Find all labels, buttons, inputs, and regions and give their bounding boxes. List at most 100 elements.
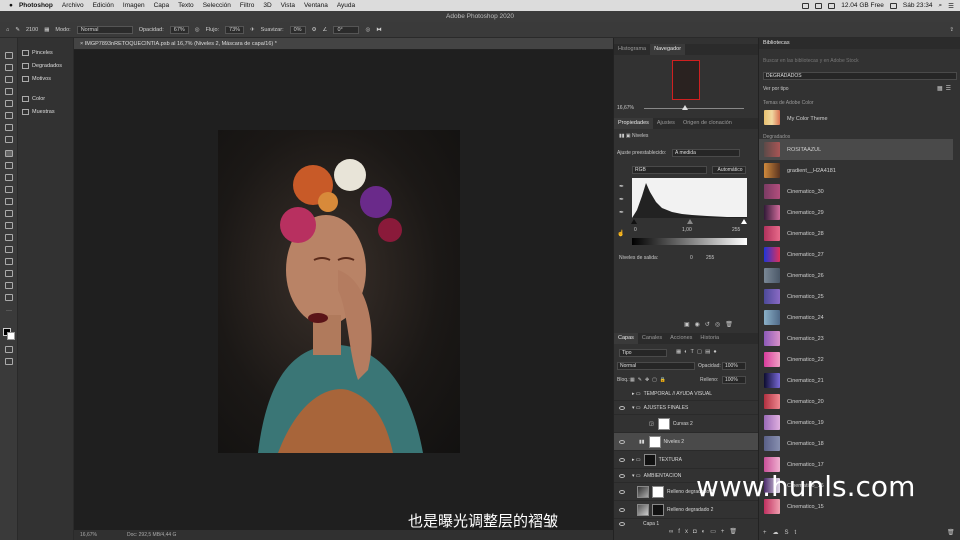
menu-vista[interactable]: Vista: [281, 2, 295, 9]
channel-select[interactable]: RGB: [632, 166, 707, 174]
eye-icon[interactable]: [619, 473, 625, 478]
layer-capa-1[interactable]: Capa 1: [614, 519, 759, 528]
tab-historia[interactable]: Historia: [696, 333, 723, 344]
background-color-swatch[interactable]: [7, 332, 15, 340]
input-black-value[interactable]: 0: [634, 227, 637, 233]
type-tool-icon[interactable]: [5, 246, 13, 253]
lasso-tool-icon[interactable]: [5, 76, 13, 83]
home-icon[interactable]: ⌂: [6, 27, 9, 33]
lock-paint-icon[interactable]: ✎: [638, 377, 645, 383]
apple-menu-icon[interactable]: ●: [9, 2, 13, 9]
gradient-swatch[interactable]: [764, 310, 780, 325]
output-black-value[interactable]: 0: [690, 255, 693, 261]
gradient-swatch[interactable]: [764, 289, 780, 304]
tab-capas[interactable]: Capas: [614, 333, 638, 344]
suavizar-field[interactable]: 0%: [289, 25, 306, 34]
panel-color[interactable]: Color: [22, 94, 45, 104]
view-previous-icon[interactable]: ◉: [695, 322, 705, 328]
pen-tool-icon[interactable]: [5, 234, 13, 241]
white-point-eyedropper-icon[interactable]: ✒: [619, 209, 624, 216]
camera-icon[interactable]: [802, 2, 810, 9]
gradient-name[interactable]: Cinematico_25: [787, 294, 824, 300]
input-white-value[interactable]: 255: [732, 227, 740, 233]
reset-icon[interactable]: ↺: [705, 322, 715, 328]
input-white-handle[interactable]: [741, 219, 747, 224]
gradient-name[interactable]: Cinematico_21: [787, 378, 824, 384]
menu-ayuda[interactable]: Ayuda: [337, 2, 355, 9]
input-black-handle[interactable]: [631, 219, 637, 224]
clock[interactable]: Sáb 23:34: [903, 2, 933, 9]
pressure-opacity-icon[interactable]: ◎: [195, 27, 200, 33]
gradient-name[interactable]: Cinematico_23: [787, 336, 824, 342]
gradient-name[interactable]: Cinematico_22: [787, 357, 824, 363]
eye-icon[interactable]: [619, 507, 625, 512]
gradient-name[interactable]: Cinematico_24: [787, 315, 824, 321]
input-gray-handle[interactable]: [687, 219, 693, 224]
tab-propiedades[interactable]: Propiedades: [614, 118, 653, 129]
crop-tool-icon[interactable]: [5, 100, 13, 107]
menu-filtro[interactable]: Filtro: [240, 2, 254, 9]
section-color-themes[interactable]: Temas de Adobe Color: [763, 100, 814, 106]
eye-icon[interactable]: [619, 405, 625, 410]
close-icon[interactable]: ×: [80, 41, 83, 47]
display-icon[interactable]: [815, 2, 823, 9]
output-white-value[interactable]: 255: [706, 255, 714, 261]
link-layers-icon[interactable]: ∞: [669, 529, 678, 535]
panel-motivos[interactable]: Motivos: [22, 74, 51, 84]
layer-mask-thumb[interactable]: [657, 417, 670, 430]
gradient-name[interactable]: Cinematico_15: [787, 504, 824, 510]
gradient-name[interactable]: Cinematico_17: [787, 462, 824, 468]
brush-preset-icon[interactable]: ✎: [15, 27, 20, 33]
gradient-swatch[interactable]: [764, 352, 780, 367]
dodge-tool-icon[interactable]: [5, 222, 13, 229]
gradient-swatch[interactable]: [764, 415, 780, 430]
menu-capa[interactable]: Capa: [154, 2, 170, 9]
layer-group-temporal[interactable]: ▸ ▭ TEMPORAL // AYUDA VISUAL: [614, 387, 759, 401]
gradient-swatch[interactable]: [764, 331, 780, 346]
delete-icon[interactable]: 🗑: [725, 322, 738, 328]
modo-select[interactable]: Normal: [76, 25, 133, 34]
add-mask-icon[interactable]: ◘: [693, 529, 702, 535]
opacidad-field[interactable]: 67%: [169, 25, 189, 34]
input-sliders[interactable]: [631, 219, 747, 224]
smoothing-settings-icon[interactable]: ⚙: [312, 27, 317, 33]
layer-filter-select[interactable]: Tipo: [619, 349, 667, 357]
gradient-swatch[interactable]: [764, 205, 780, 220]
gradient-name[interactable]: Cinematico_28: [787, 231, 824, 237]
new-group-icon[interactable]: ▭: [710, 529, 721, 535]
search-icon[interactable]: ⌕: [939, 2, 943, 10]
fx-icon[interactable]: fx: [678, 529, 693, 535]
color-theme-swatch[interactable]: [764, 110, 780, 125]
new-adjustment-icon[interactable]: ◐: [702, 529, 711, 535]
gradient-name[interactable]: Cinematico_18: [787, 441, 824, 447]
stamp-tool-icon[interactable]: [5, 162, 13, 169]
gradient-swatch[interactable]: [764, 373, 780, 388]
input-gray-value[interactable]: 1,00: [682, 227, 692, 233]
move-tool-icon[interactable]: [5, 52, 13, 59]
clip-to-layer-icon[interactable]: ▣: [684, 322, 695, 328]
blend-mode-select[interactable]: Normal: [617, 362, 695, 370]
brush-size[interactable]: 2100: [26, 27, 38, 33]
tab-origen-clonacion[interactable]: Origen de clonación: [679, 118, 736, 129]
menu-seleccion[interactable]: Selección: [203, 2, 231, 9]
gradient-fill-thumb[interactable]: [637, 503, 649, 516]
flujo-field[interactable]: 73%: [225, 25, 245, 34]
screen-mode-icon[interactable]: [5, 358, 13, 365]
stock-icon[interactable]: St: [785, 530, 803, 536]
lock-artboard-icon[interactable]: ▢: [652, 377, 660, 383]
delete-element-icon[interactable]: 🗑: [947, 529, 955, 536]
menu-list-icon[interactable]: ☰: [948, 2, 954, 10]
angle-icon[interactable]: ∠: [323, 27, 328, 33]
target-adjust-icon[interactable]: ☝: [617, 230, 624, 237]
gradient-swatch[interactable]: [764, 184, 780, 199]
eye-icon[interactable]: [619, 457, 625, 462]
history-brush-tool-icon[interactable]: [5, 174, 13, 181]
menu-app[interactable]: Photoshop: [19, 2, 53, 9]
menu-edicion[interactable]: Edición: [93, 2, 114, 9]
gradient-swatch[interactable]: [764, 394, 780, 409]
eye-icon[interactable]: [619, 439, 625, 444]
quick-select-tool-icon[interactable]: [5, 88, 13, 95]
layer-mask-thumb[interactable]: [652, 485, 664, 498]
gradient-swatch[interactable]: [764, 226, 780, 241]
menu-ventana[interactable]: Ventana: [304, 2, 328, 9]
